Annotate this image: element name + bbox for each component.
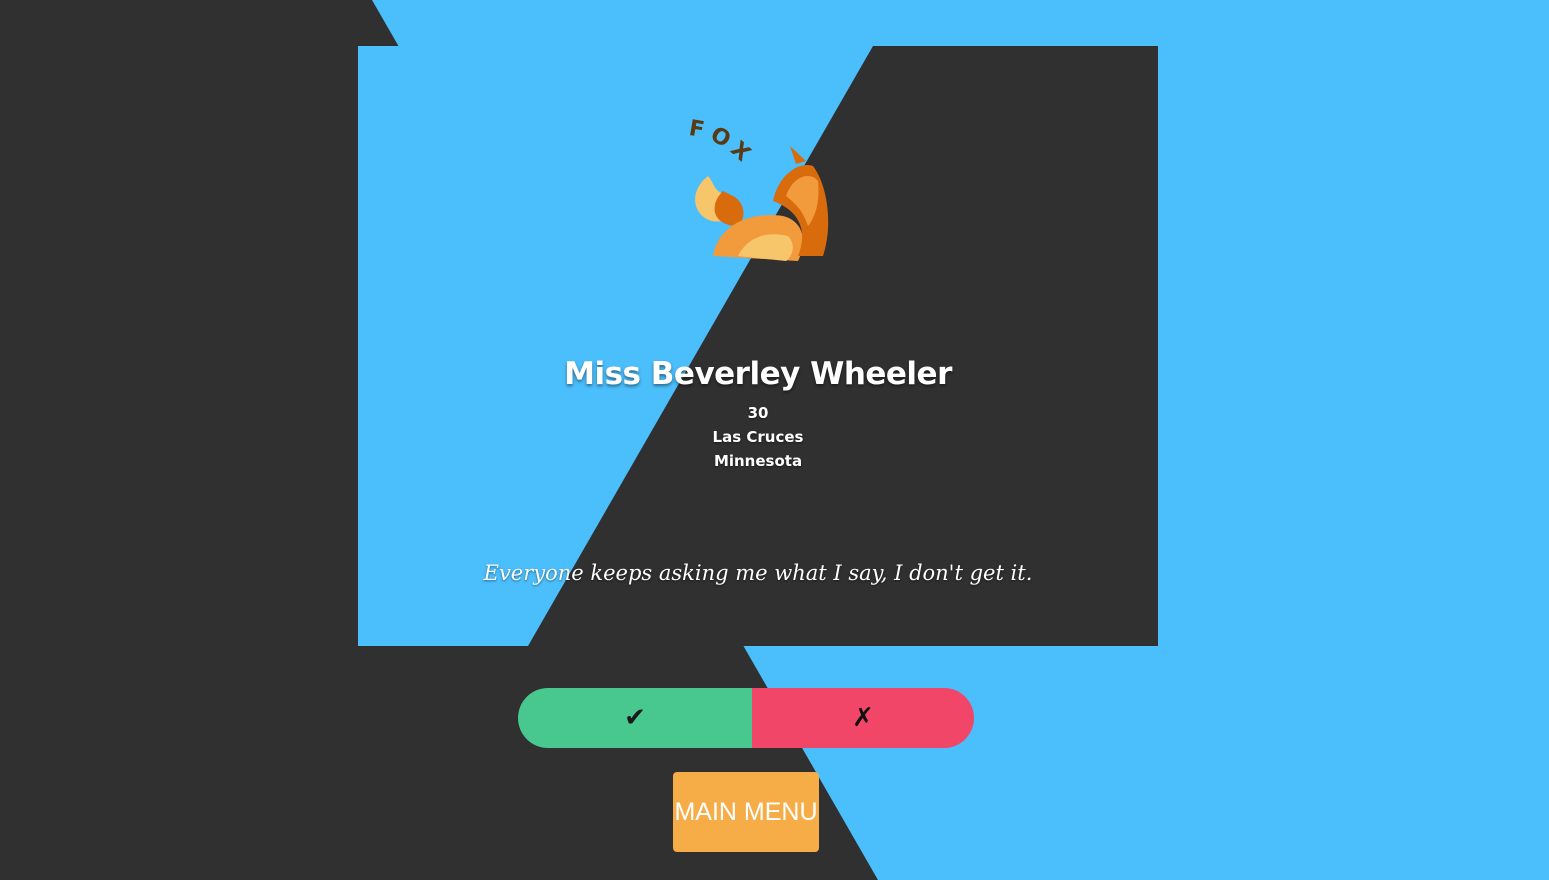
check-icon: ✔ — [624, 703, 646, 733]
profile-card: FOXY Miss Beverley Wheeler 30 Las Cruces… — [358, 46, 1158, 646]
profile-city: Las Cruces — [712, 428, 804, 446]
profile-state: Minnesota — [713, 452, 803, 470]
logo-text: FOXY — [678, 116, 753, 171]
fox-logo-icon: FOXY — [678, 116, 829, 261]
reject-button[interactable]: ✗ — [752, 688, 974, 748]
profile-name: Miss Beverley Wheeler — [564, 356, 952, 392]
profile-bio: Everyone keeps asking me what I say, I d… — [483, 561, 1033, 585]
vote-button-group: ✔ ✗ — [518, 688, 974, 748]
svg-text:FOXY: FOXY — [678, 116, 759, 171]
accept-button[interactable]: ✔ — [518, 688, 752, 748]
profile-age: 30 — [747, 404, 769, 422]
main-menu-button[interactable]: MAIN MENU — [673, 772, 819, 852]
cross-icon: ✗ — [852, 703, 874, 733]
